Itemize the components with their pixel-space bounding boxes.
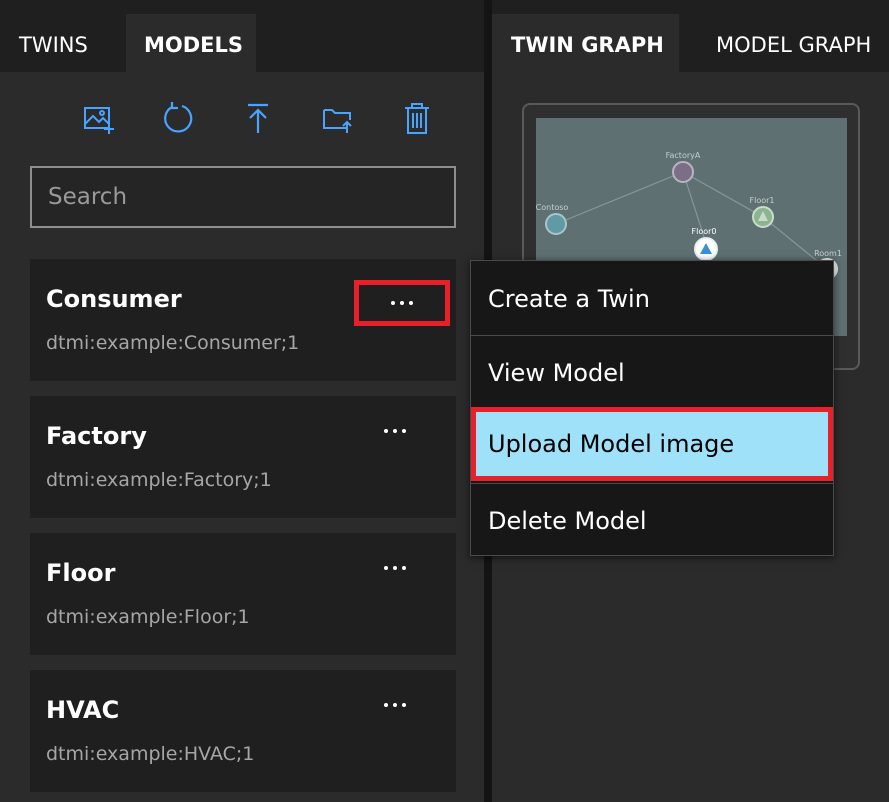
model-name: Consumer bbox=[46, 285, 182, 313]
graph-node-label: Floor1 bbox=[750, 196, 775, 205]
more-dots-icon bbox=[384, 566, 388, 570]
import-folder-icon bbox=[323, 109, 352, 133]
more-dot bbox=[400, 301, 404, 305]
graph-node-label: FactoryA bbox=[666, 151, 701, 160]
left-tab-bar: TWINS MODELS bbox=[0, 0, 484, 72]
right-tab-bar: TWIN GRAPH MODEL GRAPH bbox=[492, 0, 889, 72]
refresh-button[interactable] bbox=[156, 92, 200, 144]
graph-node-label: Contoso bbox=[536, 203, 568, 212]
more-options-button[interactable] bbox=[368, 412, 422, 450]
tab-models[interactable]: MODELS bbox=[126, 14, 256, 72]
tab-twins[interactable]: TWINS bbox=[0, 14, 120, 72]
graph-node-label: Floor0 bbox=[692, 227, 717, 236]
search-input[interactable] bbox=[30, 166, 456, 228]
model-card-factory[interactable]: Factory dtmi:example:Factory;1 bbox=[30, 396, 456, 518]
delete-models-button[interactable] bbox=[395, 92, 439, 144]
more-dots-icon bbox=[384, 429, 388, 433]
delete-icon bbox=[405, 103, 429, 134]
model-name: Factory bbox=[46, 422, 147, 450]
models-panel: TWINS MODELS Search Consumer dtmi:exampl… bbox=[0, 0, 484, 802]
menu-item-view-model[interactable]: View Model bbox=[471, 336, 833, 410]
model-card-floor[interactable]: Floor dtmi:example:Floor;1 bbox=[30, 533, 456, 655]
upload-icon bbox=[248, 103, 268, 133]
more-dot bbox=[409, 301, 413, 305]
model-name: HVAC bbox=[46, 696, 120, 724]
upload-model-image-button[interactable] bbox=[76, 92, 120, 144]
tab-model-graph[interactable]: MODEL GRAPH bbox=[695, 14, 889, 72]
refresh-icon bbox=[164, 102, 193, 133]
upload-model-button[interactable] bbox=[236, 92, 280, 144]
graph-node bbox=[672, 161, 694, 183]
graph-node-label: Room1 bbox=[814, 249, 842, 258]
more-options-button[interactable] bbox=[368, 549, 422, 587]
more-options-button[interactable] bbox=[368, 686, 422, 724]
more-dot bbox=[402, 429, 406, 433]
more-dot bbox=[393, 429, 397, 433]
more-dots-icon bbox=[384, 703, 388, 707]
model-id: dtmi:example:Floor;1 bbox=[46, 606, 250, 628]
models-toolbar bbox=[0, 92, 484, 144]
model-id: dtmi:example:Consumer;1 bbox=[46, 332, 300, 354]
model-card-hvac[interactable]: HVAC dtmi:example:HVAC;1 bbox=[30, 670, 456, 792]
model-card-consumer[interactable]: Consumer dtmi:example:Consumer;1 bbox=[30, 259, 456, 381]
more-dot bbox=[393, 703, 397, 707]
import-folder-button[interactable] bbox=[316, 92, 360, 144]
more-dots-icon bbox=[391, 301, 395, 305]
tab-twin-graph[interactable]: TWIN GRAPH bbox=[492, 14, 679, 72]
model-context-menu: Create a Twin View Model Upload Model im… bbox=[470, 260, 834, 556]
model-id: dtmi:example:Factory;1 bbox=[46, 469, 272, 491]
more-dot bbox=[393, 566, 397, 570]
model-name: Floor bbox=[46, 559, 116, 587]
more-options-button[interactable] bbox=[354, 280, 450, 326]
more-dot bbox=[402, 703, 406, 707]
menu-item-delete-model[interactable]: Delete Model bbox=[471, 484, 833, 558]
menu-item-create-twin[interactable]: Create a Twin bbox=[471, 262, 833, 336]
upload-model-image-icon bbox=[84, 107, 114, 134]
graph-node bbox=[545, 213, 567, 235]
model-id: dtmi:example:HVAC;1 bbox=[46, 743, 255, 765]
menu-item-upload-model-image[interactable]: Upload Model image bbox=[471, 407, 833, 481]
more-dot bbox=[402, 566, 406, 570]
